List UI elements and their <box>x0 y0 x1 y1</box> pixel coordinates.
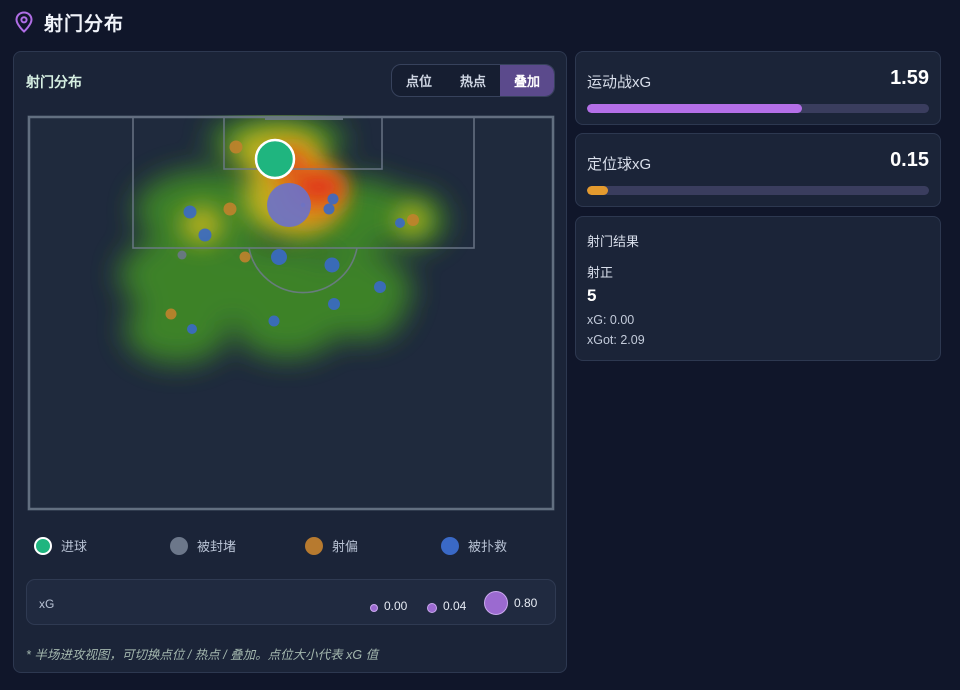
shot-marker-goal[interactable] <box>254 138 296 180</box>
shot-result-title: 射门结果 <box>587 234 640 249</box>
view-toggle: 点位 热点 叠加 <box>391 64 555 97</box>
xg-scale-small-circle <box>370 604 378 612</box>
tab-overlay[interactable]: 叠加 <box>500 65 554 96</box>
legend-saved-swatch <box>441 536 459 555</box>
footnote: * 半场进攻视图，可切换点位 / 热点 / 叠加。点位大小代表 xG 值 <box>26 648 379 662</box>
xg-scale-large-label: 0.80 <box>514 596 538 610</box>
set-piece-xg-track <box>587 186 929 195</box>
xg-scale-medium-label: 0.04 <box>443 599 467 613</box>
open-play-xg-label: 运动战xG <box>587 74 652 91</box>
shot-map-panel: 射门分布 点位 热点 叠加 进球 被封堵 射偏 被扑救 xG 0.00 0.04… <box>13 51 567 673</box>
shot-marker-saved[interactable] <box>327 193 339 205</box>
shot-marker-saved[interactable] <box>324 257 340 273</box>
xg-scale-large-circle <box>484 591 508 615</box>
shot-marker-saved[interactable] <box>395 218 405 228</box>
tab-points[interactable]: 点位 <box>392 65 446 96</box>
page-title: 射门分布 <box>44 13 125 35</box>
shot-marker-off[interactable] <box>239 251 251 263</box>
set-piece-xg-card: 定位球xG 0.15 <box>575 133 941 207</box>
location-pin-icon <box>15 11 33 33</box>
pitch-area <box>27 115 555 511</box>
shot-legend: 进球 被封堵 射偏 被扑救 <box>34 536 554 558</box>
shot-marker-saved[interactable] <box>323 203 335 215</box>
set-piece-xg-label: 定位球xG <box>587 156 652 173</box>
open-play-xg-track <box>587 104 929 113</box>
legend-goal-label: 进球 <box>61 539 88 554</box>
panel-title: 射门分布 <box>26 74 82 90</box>
open-play-xg-fill <box>587 104 803 113</box>
shot-result-count: 5 <box>587 286 597 305</box>
legend-off-target-swatch <box>305 536 323 555</box>
xg-scale-small: 0.00 <box>370 599 407 613</box>
xg-scale-label: xG <box>39 597 55 611</box>
legend-goal-swatch <box>34 536 52 555</box>
set-piece-xg-value: 0.15 <box>890 149 929 171</box>
shot-marker-saved[interactable] <box>187 324 197 334</box>
set-piece-xg-fill <box>587 186 608 195</box>
shot-marker-saved[interactable] <box>271 249 287 265</box>
xg-size-scale: xG 0.00 0.04 0.80 <box>26 579 556 625</box>
shot-marker-blocked[interactable] <box>177 250 187 260</box>
shot-marker-saved[interactable] <box>374 281 386 293</box>
shot-marker-off[interactable] <box>407 214 419 226</box>
page-header: 射门分布 <box>14 8 124 36</box>
shot-marker-saved[interactable] <box>198 228 212 242</box>
xg-scale-medium-circle <box>427 602 437 613</box>
shot-marker-saved[interactable] <box>183 205 197 219</box>
shot-marker-off[interactable] <box>229 140 243 154</box>
legend-blocked: 被封堵 <box>170 536 236 555</box>
shot-marker-off[interactable] <box>165 308 177 320</box>
shot-result-xg: xG: 0.00 <box>587 313 635 327</box>
shot-marker-saved[interactable] <box>267 183 311 227</box>
open-play-xg-card: 运动战xG 1.59 <box>575 51 941 125</box>
xg-scale-medium: 0.04 <box>427 599 466 613</box>
xg-scale-small-label: 0.00 <box>384 599 408 613</box>
legend-off-target-label: 射偏 <box>332 539 359 554</box>
open-play-xg-value: 1.59 <box>890 67 929 89</box>
shot-marker-saved[interactable] <box>328 298 340 310</box>
xg-scale-large: 0.80 <box>484 591 537 615</box>
shot-marker-saved[interactable] <box>268 315 280 327</box>
legend-blocked-swatch <box>170 536 188 555</box>
legend-goal: 进球 <box>34 536 87 555</box>
shot-result-category: 射正 <box>587 265 614 280</box>
legend-off-target: 射偏 <box>305 536 358 555</box>
half-pitch <box>27 115 555 511</box>
legend-blocked-label: 被封堵 <box>197 539 237 554</box>
shot-result-xgot: xGot: 2.09 <box>587 333 645 347</box>
legend-saved: 被扑救 <box>441 536 507 555</box>
shot-marker-off[interactable] <box>223 202 237 216</box>
legend-saved-label: 被扑救 <box>468 539 508 554</box>
tab-heatmap[interactable]: 热点 <box>446 65 500 96</box>
shot-result-card: 射门结果 射正 5 xG: 0.00 xGot: 2.09 <box>575 216 941 361</box>
